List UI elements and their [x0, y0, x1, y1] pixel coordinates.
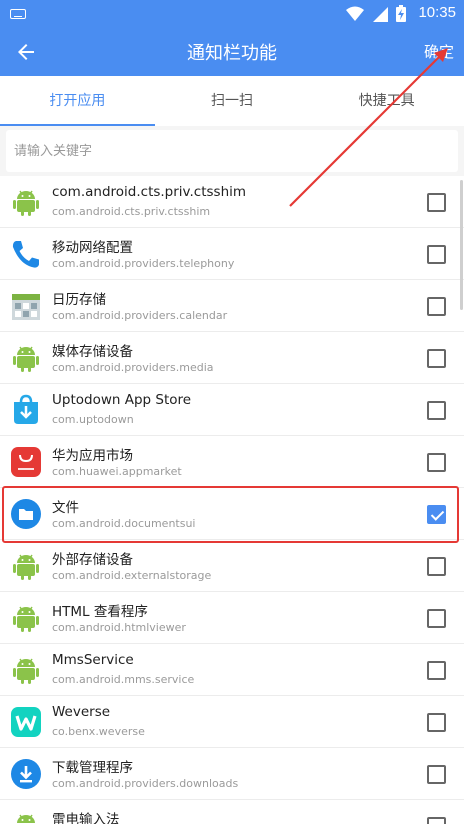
app-list-item[interactable]: 华为应用市场 com.huawei.appmarket [0, 436, 464, 488]
app-package: com.android.externalstorage [52, 569, 212, 582]
keyboard-icon [10, 9, 26, 19]
android-icon [10, 654, 42, 686]
app-package: com.android.documentsui [52, 517, 196, 530]
app-checkbox[interactable] [427, 505, 446, 524]
app-package: com.android.mms.service [52, 673, 195, 686]
android-icon [10, 810, 42, 824]
app-list-item[interactable]: com.android.cts.priv.ctsshim com.android.… [0, 176, 464, 228]
page-title: 通知栏功能 [187, 43, 277, 64]
app-name: 雷电输入法 [52, 812, 120, 824]
calendar-icon [10, 290, 42, 322]
app-list-item[interactable]: 雷电输入法 [0, 800, 464, 824]
download-icon [10, 758, 42, 790]
app-checkbox[interactable] [427, 193, 446, 212]
app-checkbox[interactable] [427, 713, 446, 732]
app-name: 下载管理程序 [52, 760, 133, 776]
app-list-item[interactable]: MmsService com.android.mms.service [0, 644, 464, 696]
app-checkbox[interactable] [427, 765, 446, 784]
app-package: com.android.providers.media [52, 361, 214, 374]
app-package: com.android.htmlviewer [52, 621, 186, 634]
app-package: co.benx.weverse [52, 725, 145, 738]
battery-charging-icon [396, 5, 406, 22]
app-list-item[interactable]: Weverse co.benx.weverse [0, 696, 464, 748]
app-name: com.android.cts.priv.ctsshim [52, 184, 247, 200]
search-input[interactable] [6, 130, 458, 172]
app-checkbox[interactable] [427, 817, 446, 824]
app-package: com.android.providers.calendar [52, 309, 228, 322]
app-name: 文件 [52, 500, 79, 516]
app-checkbox[interactable] [427, 245, 446, 264]
wifi-icon [346, 6, 364, 21]
app-name: Uptodown App Store [52, 392, 192, 408]
app-bar: 通知栏功能 确定 [0, 28, 464, 76]
status-time: 10:35 [418, 4, 456, 21]
app-name: 华为应用市场 [52, 448, 133, 464]
app-list-item[interactable]: HTML 查看程序 com.android.htmlviewer [0, 592, 464, 644]
weverse-icon [10, 706, 42, 738]
app-name: HTML 查看程序 [52, 604, 148, 620]
app-name: 媒体存储设备 [52, 344, 133, 360]
app-checkbox[interactable] [427, 661, 446, 680]
app-package: com.android.providers.downloads [52, 777, 239, 790]
app-list-item[interactable]: 移动网络配置 com.android.providers.telephony [0, 228, 464, 280]
app-checkbox[interactable] [427, 557, 446, 576]
app-list-item[interactable]: 文件 com.android.documentsui [0, 488, 464, 540]
app-name: MmsService [52, 652, 134, 668]
android-icon [10, 602, 42, 634]
app-list-item[interactable]: 媒体存储设备 com.android.providers.media [0, 332, 464, 384]
app-package: com.huawei.appmarket [52, 465, 182, 478]
android-icon [10, 550, 42, 582]
huawei-appmarket-icon [10, 446, 42, 478]
app-name: 日历存储 [52, 292, 106, 308]
signal-icon [373, 6, 388, 22]
tab-open-app[interactable]: 打开应用 [0, 76, 155, 126]
app-list: com.android.cts.priv.ctsshim com.android.… [0, 176, 464, 824]
app-checkbox[interactable] [427, 401, 446, 420]
search-bar [0, 126, 464, 176]
status-bar: 10:35 [0, 0, 464, 28]
app-checkbox[interactable] [427, 349, 446, 368]
app-name: 移动网络配置 [52, 240, 133, 256]
android-icon [10, 342, 42, 374]
tab-bar: 打开应用 扫一扫 快捷工具 [0, 76, 464, 126]
app-list-item[interactable]: 下载管理程序 com.android.providers.downloads [0, 748, 464, 800]
uptodown-icon [10, 394, 42, 426]
app-checkbox[interactable] [427, 297, 446, 316]
tab-quick-tools[interactable]: 快捷工具 [309, 76, 464, 126]
app-list-item[interactable]: 日历存储 com.android.providers.calendar [0, 280, 464, 332]
app-name: 外部存储设备 [52, 552, 133, 568]
app-package: com.android.providers.telephony [52, 257, 235, 270]
app-list-item[interactable]: 外部存储设备 com.android.externalstorage [0, 540, 464, 592]
folder-icon [10, 498, 42, 530]
phone-icon [10, 238, 42, 270]
confirm-button[interactable]: 确定 [424, 41, 454, 62]
app-package: com.uptodown [52, 413, 134, 426]
tab-scan[interactable]: 扫一扫 [155, 76, 310, 126]
app-package: com.android.cts.priv.ctsshim [52, 205, 211, 218]
app-checkbox[interactable] [427, 609, 446, 628]
app-checkbox[interactable] [427, 453, 446, 472]
scrollbar[interactable] [460, 180, 463, 310]
app-name: Weverse [52, 704, 111, 720]
app-list-item[interactable]: Uptodown App Store com.uptodown [0, 384, 464, 436]
android-icon [10, 186, 42, 218]
